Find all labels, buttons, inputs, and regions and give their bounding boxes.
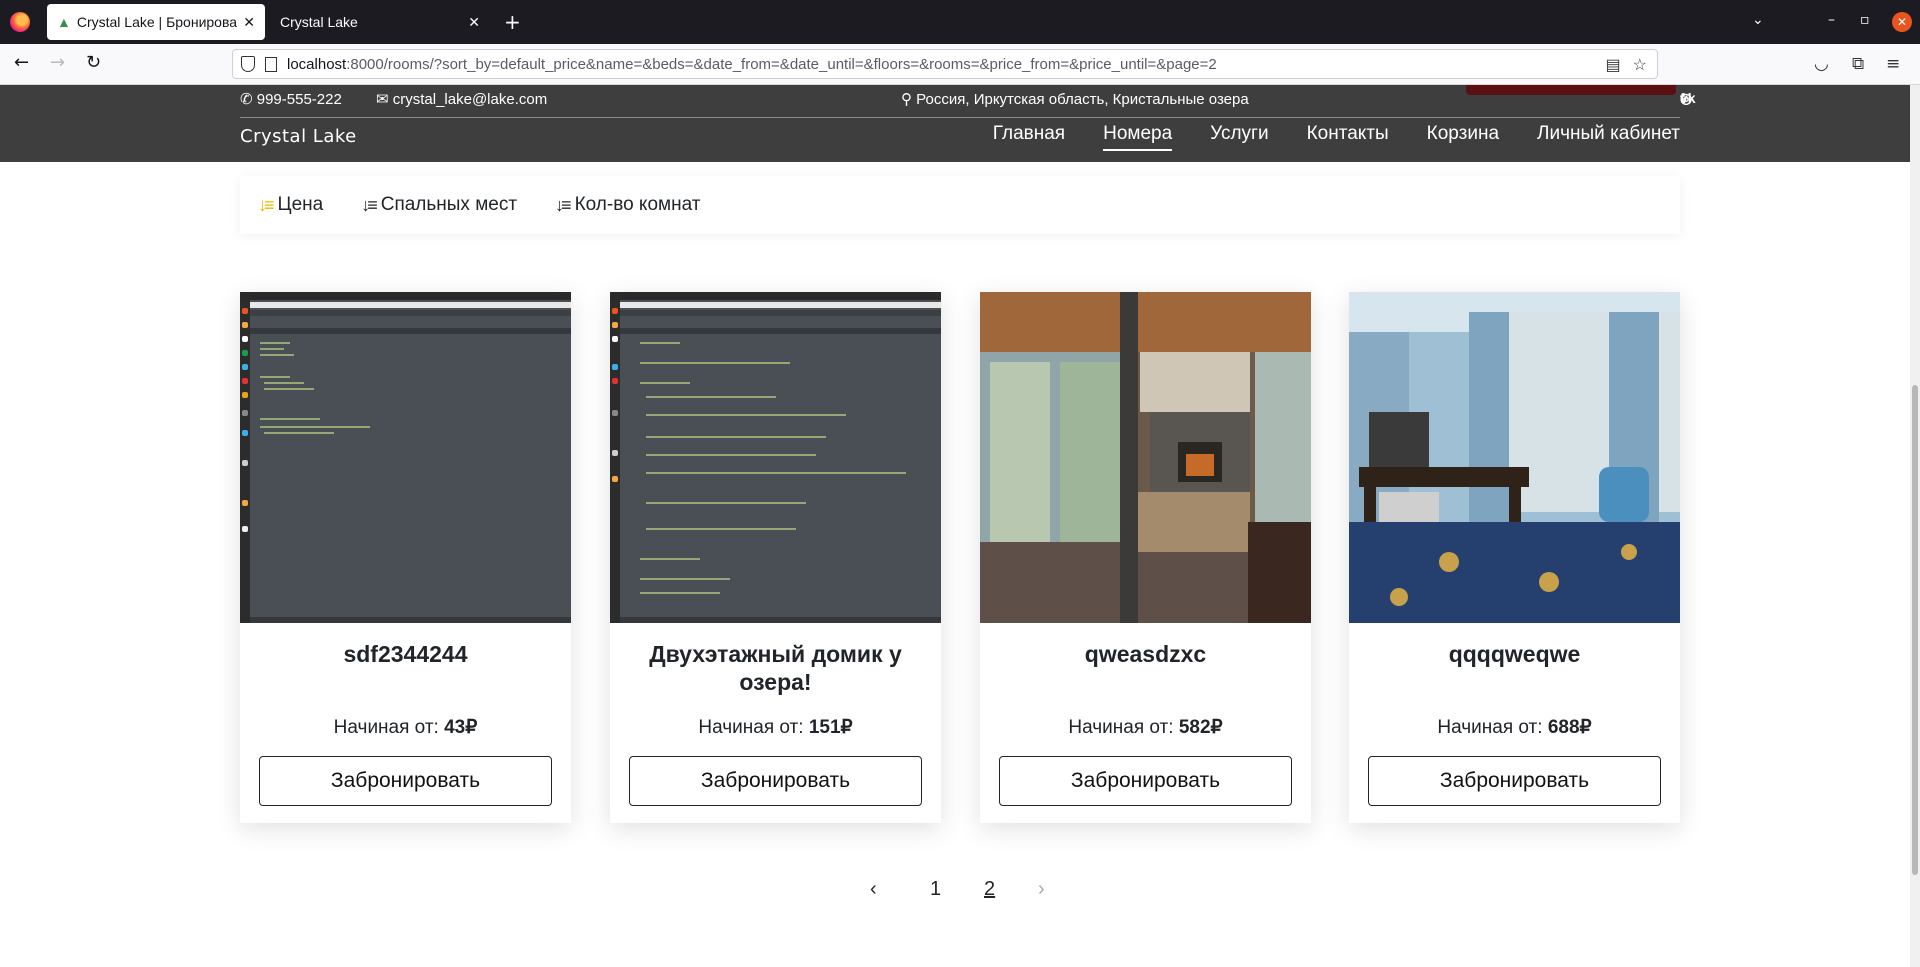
- reload-button[interactable]: ↻: [86, 52, 101, 73]
- room-card: Двухэтажный домик у озера! Начиная от: 1…: [610, 292, 941, 823]
- room-name: Двухэтажный домик у озера!: [649, 641, 902, 695]
- address-text: Россия, Иркутская область, Кристальные о…: [916, 91, 1249, 108]
- address-bar[interactable]: localhost:8000/rooms/?sort_by=default_pr…: [232, 49, 1658, 79]
- page-link-1[interactable]: 1: [930, 878, 941, 901]
- code-screenshot-image: [610, 292, 941, 623]
- contact-row: ✆ 999-555-222 ✉ crystal_lake@lake.com ⚲ …: [240, 90, 1696, 110]
- browser-navbar: ← → ↻ localhost:8000/rooms/?sort_by=defa…: [0, 44, 1920, 85]
- close-tab-icon[interactable]: ✕: [243, 14, 255, 31]
- browser-tab-active[interactable]: ▲ Crystal Lake | Бронирова ✕: [47, 4, 265, 40]
- sort-bar: ↓≡ Цена ↓≡ Спальных мест ↓≡ Кол-во комна…: [240, 176, 1680, 234]
- nav-contacts[interactable]: Контакты: [1307, 123, 1389, 151]
- tab-title: Crystal Lake | Бронирова: [76, 14, 238, 30]
- page-link-2-current[interactable]: 2: [984, 878, 995, 901]
- minimize-button[interactable]: –: [1828, 12, 1835, 28]
- interior-lobby-image: [980, 292, 1311, 623]
- mail-icon: ✉: [376, 91, 389, 108]
- firefox-logo-icon: [10, 12, 30, 32]
- nav-rooms[interactable]: Номера: [1103, 123, 1173, 151]
- room-name: qqqqweqwe: [1448, 641, 1581, 667]
- pocket-icon[interactable]: ◡: [1814, 54, 1829, 74]
- email-text: crystal_lake@lake.com: [392, 91, 548, 108]
- phone-icon: ✆: [240, 91, 253, 108]
- price-label: Начиная от:: [1437, 717, 1543, 738]
- nav-account[interactable]: Личный кабинет: [1537, 123, 1680, 151]
- code-screenshot-image: [240, 292, 571, 623]
- restore-button[interactable]: ▫: [1860, 12, 1870, 28]
- bookmark-star-icon[interactable]: ☆: [1633, 55, 1647, 75]
- page-scrollbar[interactable]: [1910, 85, 1920, 967]
- nav-home[interactable]: Главная: [993, 123, 1065, 151]
- room-card: qweasdzxc Начиная от: 582₽ Забронировать: [980, 292, 1311, 823]
- tab-title: Crystal Lake: [280, 14, 358, 30]
- sort-label: Кол-во комнат: [574, 194, 701, 215]
- page-info-icon[interactable]: [265, 56, 277, 72]
- email-contact[interactable]: ✉ crystal_lake@lake.com: [376, 90, 547, 108]
- prev-page-button[interactable]: ‹: [870, 878, 877, 901]
- price-value: 43₽: [444, 717, 478, 738]
- forward-button[interactable]: →: [50, 52, 65, 73]
- nav-services[interactable]: Услуги: [1210, 123, 1268, 151]
- hotel-room-image: [1349, 292, 1680, 623]
- book-button[interactable]: Забронировать: [629, 756, 922, 806]
- room-image[interactable]: [240, 292, 571, 623]
- url-path: :8000/rooms/?sort_by=default_price&name=…: [346, 55, 1217, 73]
- room-image[interactable]: [1349, 292, 1680, 623]
- window-close-button[interactable]: ✕: [1892, 12, 1912, 32]
- sort-ascending-icon: ↓≡: [258, 194, 274, 215]
- back-button[interactable]: ←: [14, 52, 29, 73]
- room-price: Начиная от: 151₽: [610, 716, 941, 739]
- main-nav: Главная Номера Услуги Контакты Корзина Л…: [993, 123, 1680, 151]
- url-host: localhost: [287, 55, 347, 73]
- site-header: ✆ 999-555-222 ✉ crystal_lake@lake.com ⚲ …: [0, 85, 1920, 162]
- pagination: ‹ 1 2 ›: [864, 878, 1056, 908]
- scrollbar-thumb[interactable]: [1912, 385, 1918, 875]
- tracking-shield-icon[interactable]: [241, 56, 255, 72]
- sort-ascending-icon: ↓≡: [361, 194, 377, 215]
- sort-by-rooms[interactable]: ↓≡ Кол-во комнат: [555, 194, 700, 216]
- room-name: qweasdzxc: [1084, 641, 1207, 667]
- address-contact: ⚲ Россия, Иркутская область, Кристальные…: [901, 90, 1249, 108]
- room-name: sdf2344244: [343, 641, 468, 667]
- room-price: Начиная от: 43₽: [240, 716, 571, 739]
- reader-view-icon[interactable]: ▤: [1606, 55, 1621, 75]
- nav-cart[interactable]: Корзина: [1427, 123, 1499, 151]
- app-menu-icon[interactable]: ≡: [1886, 54, 1900, 74]
- book-button[interactable]: Забронировать: [1368, 756, 1661, 806]
- close-tab-icon[interactable]: ✕: [468, 14, 480, 31]
- room-image[interactable]: [980, 292, 1311, 623]
- phone-contact[interactable]: ✆ 999-555-222: [240, 90, 342, 108]
- site-logo[interactable]: Crystal Lake: [240, 126, 357, 147]
- sort-by-beds[interactable]: ↓≡ Спальных мест: [361, 194, 517, 216]
- room-price: Начиная от: 688₽: [1349, 716, 1680, 739]
- sort-by-price[interactable]: ↓≡ Цена: [258, 194, 323, 216]
- header-divider: [240, 117, 1680, 118]
- facebook-icon[interactable]: f: [1680, 90, 1685, 106]
- price-value: 582₽: [1178, 717, 1223, 738]
- room-image[interactable]: [610, 292, 941, 623]
- list-all-tabs-icon[interactable]: ⌄: [1752, 12, 1764, 28]
- room-price: Начиная от: 582₽: [980, 716, 1311, 739]
- extensions-icon[interactable]: ⧉: [1852, 54, 1864, 74]
- next-page-button[interactable]: ›: [1038, 878, 1045, 901]
- browser-tabbar: ▲ Crystal Lake | Бронирова ✕ Crystal Lak…: [0, 0, 1920, 44]
- price-label: Начиная от:: [698, 717, 804, 738]
- location-pin-icon: ⚲: [901, 91, 912, 108]
- browser-tab[interactable]: Crystal Lake ✕: [270, 4, 490, 40]
- sort-ascending-icon: ↓≡: [555, 194, 571, 215]
- room-card: qqqqweqwe Начиная от: 688₽ Забронировать: [1349, 292, 1680, 823]
- sort-label: Цена: [277, 194, 324, 215]
- price-label: Начиная от:: [1068, 717, 1174, 738]
- new-tab-button[interactable]: +: [504, 10, 521, 34]
- tree-favicon-icon: ▲: [57, 14, 71, 30]
- sort-label: Спальных мест: [380, 194, 518, 215]
- book-button[interactable]: Забронировать: [259, 756, 552, 806]
- price-value: 151₽: [808, 717, 853, 738]
- phone-text: 999-555-222: [256, 91, 342, 108]
- book-button[interactable]: Забронировать: [999, 756, 1292, 806]
- price-value: 688₽: [1547, 717, 1592, 738]
- price-label: Начиная от:: [333, 717, 439, 738]
- room-card: sdf2344244 Начиная от: 43₽ Забронировать: [240, 292, 571, 823]
